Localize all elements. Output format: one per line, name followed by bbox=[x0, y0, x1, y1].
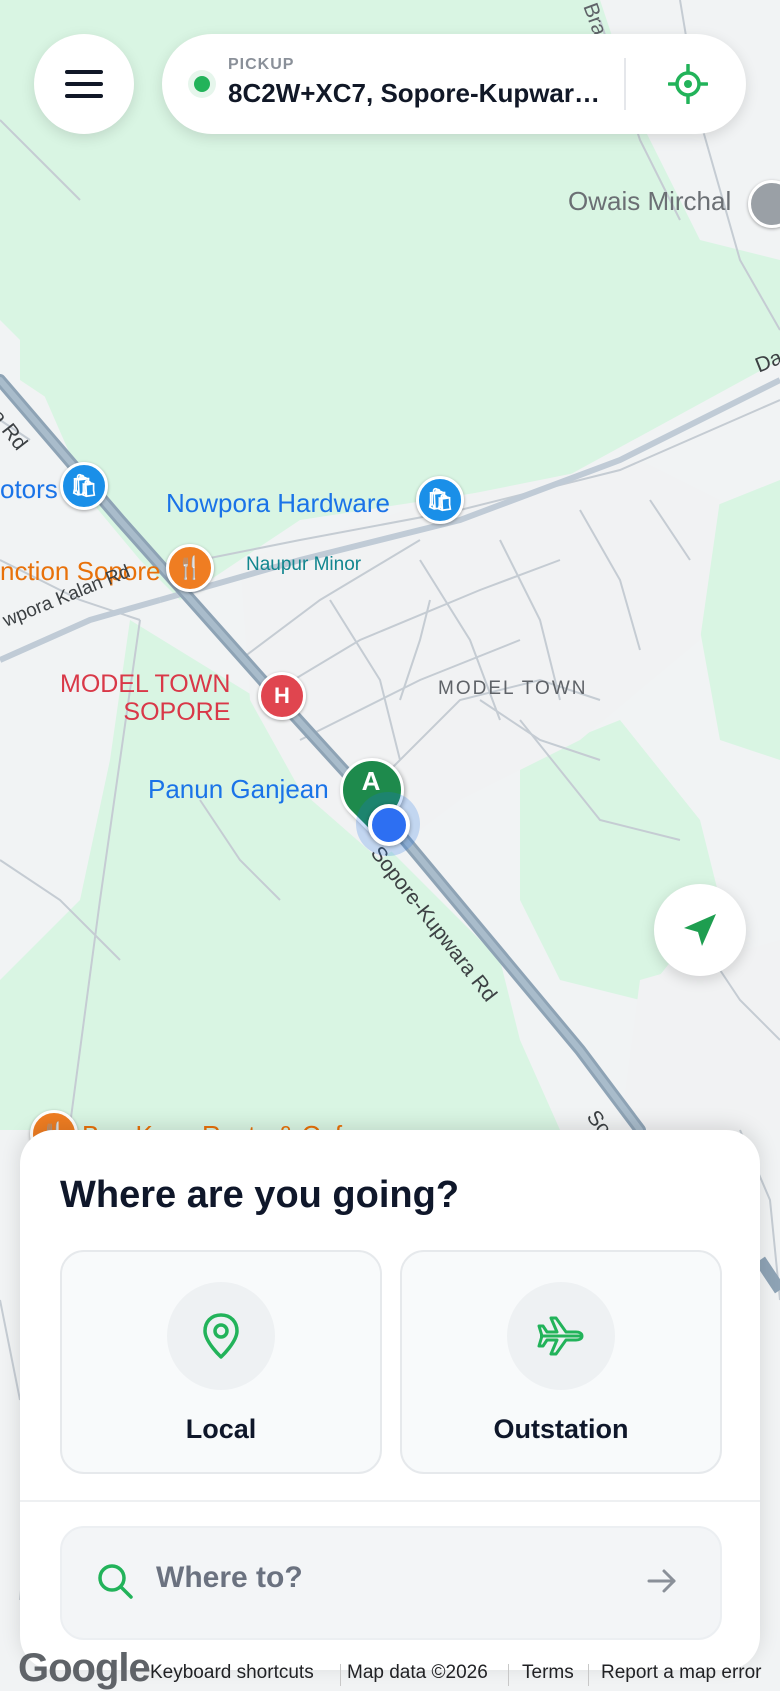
search-icon bbox=[98, 1564, 133, 1599]
menu-button[interactable] bbox=[34, 34, 134, 134]
map-label-panun-ganjean: Panun Ganjean bbox=[148, 774, 329, 804]
pickup-divider bbox=[624, 58, 626, 110]
current-location-dot bbox=[368, 804, 410, 846]
hamburger-menu-icon bbox=[65, 70, 103, 98]
local-label: Local bbox=[185, 1414, 257, 1444]
hospital-letter: H bbox=[274, 683, 290, 708]
map-label-model-town-sopore: MODEL TOWN SOPORE bbox=[60, 670, 230, 726]
footer-separator bbox=[588, 1664, 589, 1686]
outstation-label: Outstation bbox=[493, 1414, 629, 1444]
destination-search-input[interactable]: Where to? bbox=[60, 1526, 722, 1640]
keyboard-shortcuts-link[interactable]: Keyboard shortcuts bbox=[150, 1662, 314, 1684]
map-pin-icon bbox=[203, 1313, 239, 1359]
map-footer: Google Keyboard shortcuts Map data ©2026… bbox=[0, 1646, 780, 1690]
google-logo: Google bbox=[18, 1646, 151, 1690]
outstation-icon-circle bbox=[507, 1282, 615, 1390]
local-icon-circle bbox=[167, 1282, 275, 1390]
airplane-icon bbox=[537, 1316, 584, 1356]
navigation-arrow-icon bbox=[684, 914, 716, 946]
pickup-caption: PICKUP bbox=[228, 56, 295, 73]
model-town-line-2: SOPORE bbox=[123, 698, 231, 726]
map-label-owais-mirchal: Owais Mirchal bbox=[568, 186, 732, 216]
local-ride-option[interactable]: Local bbox=[60, 1250, 382, 1474]
map-data-text: Map data ©2026 bbox=[347, 1662, 488, 1683]
search-placeholder: Where to? bbox=[156, 1561, 303, 1594]
hospital-icon[interactable]: H bbox=[258, 672, 306, 720]
report-map-error-link[interactable]: Report a map error bbox=[601, 1662, 762, 1684]
recenter-navigation-button[interactable] bbox=[654, 884, 746, 976]
map-label-model-town-area: MODEL TOWN bbox=[438, 678, 588, 699]
crosshair-icon bbox=[668, 64, 708, 104]
footer-separator bbox=[508, 1664, 509, 1686]
outstation-ride-option[interactable]: Outstation bbox=[400, 1250, 722, 1474]
map-label-motors: otors bbox=[0, 474, 58, 504]
footer-separator bbox=[340, 1664, 341, 1686]
arrow-right-icon[interactable] bbox=[646, 1566, 678, 1596]
destination-sheet: Where are you going? Local Outstation Wh… bbox=[20, 1130, 760, 1670]
sheet-title: Where are you going? bbox=[60, 1174, 460, 1216]
restaurant-icon[interactable]: 🍴 bbox=[166, 544, 214, 592]
shopping-bag-icon[interactable]: 🛍 bbox=[60, 462, 108, 510]
sheet-divider bbox=[20, 1500, 760, 1502]
map-label-naupur-minor: Naupur Minor bbox=[246, 554, 362, 575]
pickup-address[interactable]: 8C2W+XC7, Sopore-Kupwara... bbox=[228, 78, 608, 109]
terms-link[interactable]: Terms bbox=[522, 1662, 574, 1684]
pickup-location-bar[interactable]: PICKUP 8C2W+XC7, Sopore-Kupwara... bbox=[162, 34, 746, 134]
shopping-bag-icon[interactable]: 🛍 bbox=[416, 476, 464, 524]
pickup-dot-icon bbox=[188, 70, 216, 98]
model-town-line-1: MODEL TOWN bbox=[60, 670, 231, 698]
locate-me-button[interactable] bbox=[662, 58, 714, 110]
map-label-nowpora-hardware: Nowpora Hardware bbox=[166, 488, 390, 518]
